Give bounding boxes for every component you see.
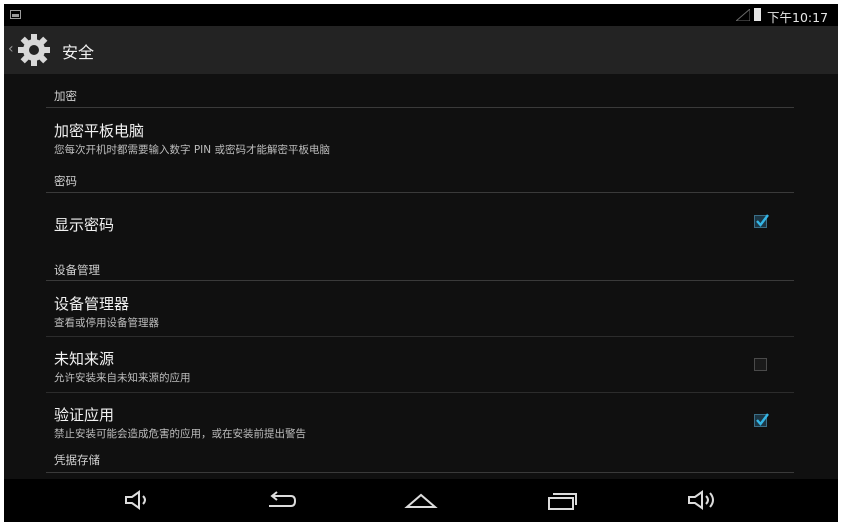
- settings-screen: 下午10:17 ‹ 安全 加密 加密平板电脑 您每次开机时都需要输入数字 PIN…: [4, 4, 838, 522]
- page-title: 安全: [62, 43, 95, 62]
- recents-icon[interactable]: [545, 487, 579, 513]
- navigation-bar: [4, 479, 838, 522]
- section-header-label: 设备管理: [54, 263, 100, 277]
- pref-title: 显示密码: [54, 216, 115, 234]
- checkmark-icon: [756, 413, 769, 426]
- pref-verify-apps[interactable]: 验证应用 禁止安装可能会造成危害的应用，或在安装前提出警告: [46, 393, 794, 448]
- settings-list: 加密 加密平板电脑 您每次开机时都需要输入数字 PIN 或密码才能解密平板电脑 …: [4, 74, 838, 479]
- pref-device-administrators[interactable]: 设备管理器 查看或停用设备管理器: [46, 281, 794, 336]
- section-header-passwords: 密码: [46, 162, 794, 193]
- section-header-label: 凭据存储: [54, 453, 100, 467]
- section-header-credential-storage: 凭据存储: [46, 448, 794, 473]
- action-bar: ‹ 安全: [4, 26, 838, 74]
- section-header-label: 加密: [54, 89, 77, 103]
- pref-unknown-sources[interactable]: 未知来源 允许安装来自未知来源的应用: [46, 337, 794, 392]
- up-chevron-icon[interactable]: ‹: [8, 41, 14, 57]
- pref-title: 设备管理器: [54, 295, 130, 313]
- volume-down-icon[interactable]: [121, 487, 155, 513]
- gear-icon[interactable]: [16, 32, 52, 68]
- show-password-checkbox[interactable]: [754, 214, 769, 228]
- unknown-sources-checkbox[interactable]: [754, 358, 767, 371]
- back-icon[interactable]: [263, 487, 297, 513]
- pref-summary: 查看或停用设备管理器: [54, 317, 159, 329]
- section-header-label: 密码: [54, 174, 77, 188]
- section-header-encryption: 加密: [46, 74, 794, 108]
- pref-encrypt-tablet[interactable]: 加密平板电脑 您每次开机时都需要输入数字 PIN 或密码才能解密平板电脑: [46, 108, 794, 162]
- status-bar: 下午10:17: [4, 4, 838, 26]
- pref-title: 加密平板电脑: [54, 122, 145, 140]
- pref-summary: 您每次开机时都需要输入数字 PIN 或密码才能解密平板电脑: [54, 144, 330, 156]
- home-icon[interactable]: [404, 487, 438, 513]
- battery-icon: [754, 8, 761, 21]
- pref-title: 未知来源: [54, 350, 115, 368]
- pref-summary: 禁止安装可能会造成危害的应用，或在安装前提出警告: [54, 428, 306, 440]
- screenshot-notification-icon: [10, 10, 21, 19]
- pref-show-password[interactable]: 显示密码: [46, 193, 794, 257]
- pref-summary: 允许安装来自未知来源的应用: [54, 372, 191, 384]
- section-header-device-admin: 设备管理: [46, 257, 794, 281]
- volume-up-icon[interactable]: [686, 487, 720, 513]
- checkmark-icon: [756, 214, 769, 227]
- verify-apps-checkbox[interactable]: [754, 413, 769, 427]
- signal-icon: [736, 9, 750, 21]
- status-time: 下午10:17: [767, 10, 829, 25]
- pref-title: 验证应用: [54, 406, 115, 424]
